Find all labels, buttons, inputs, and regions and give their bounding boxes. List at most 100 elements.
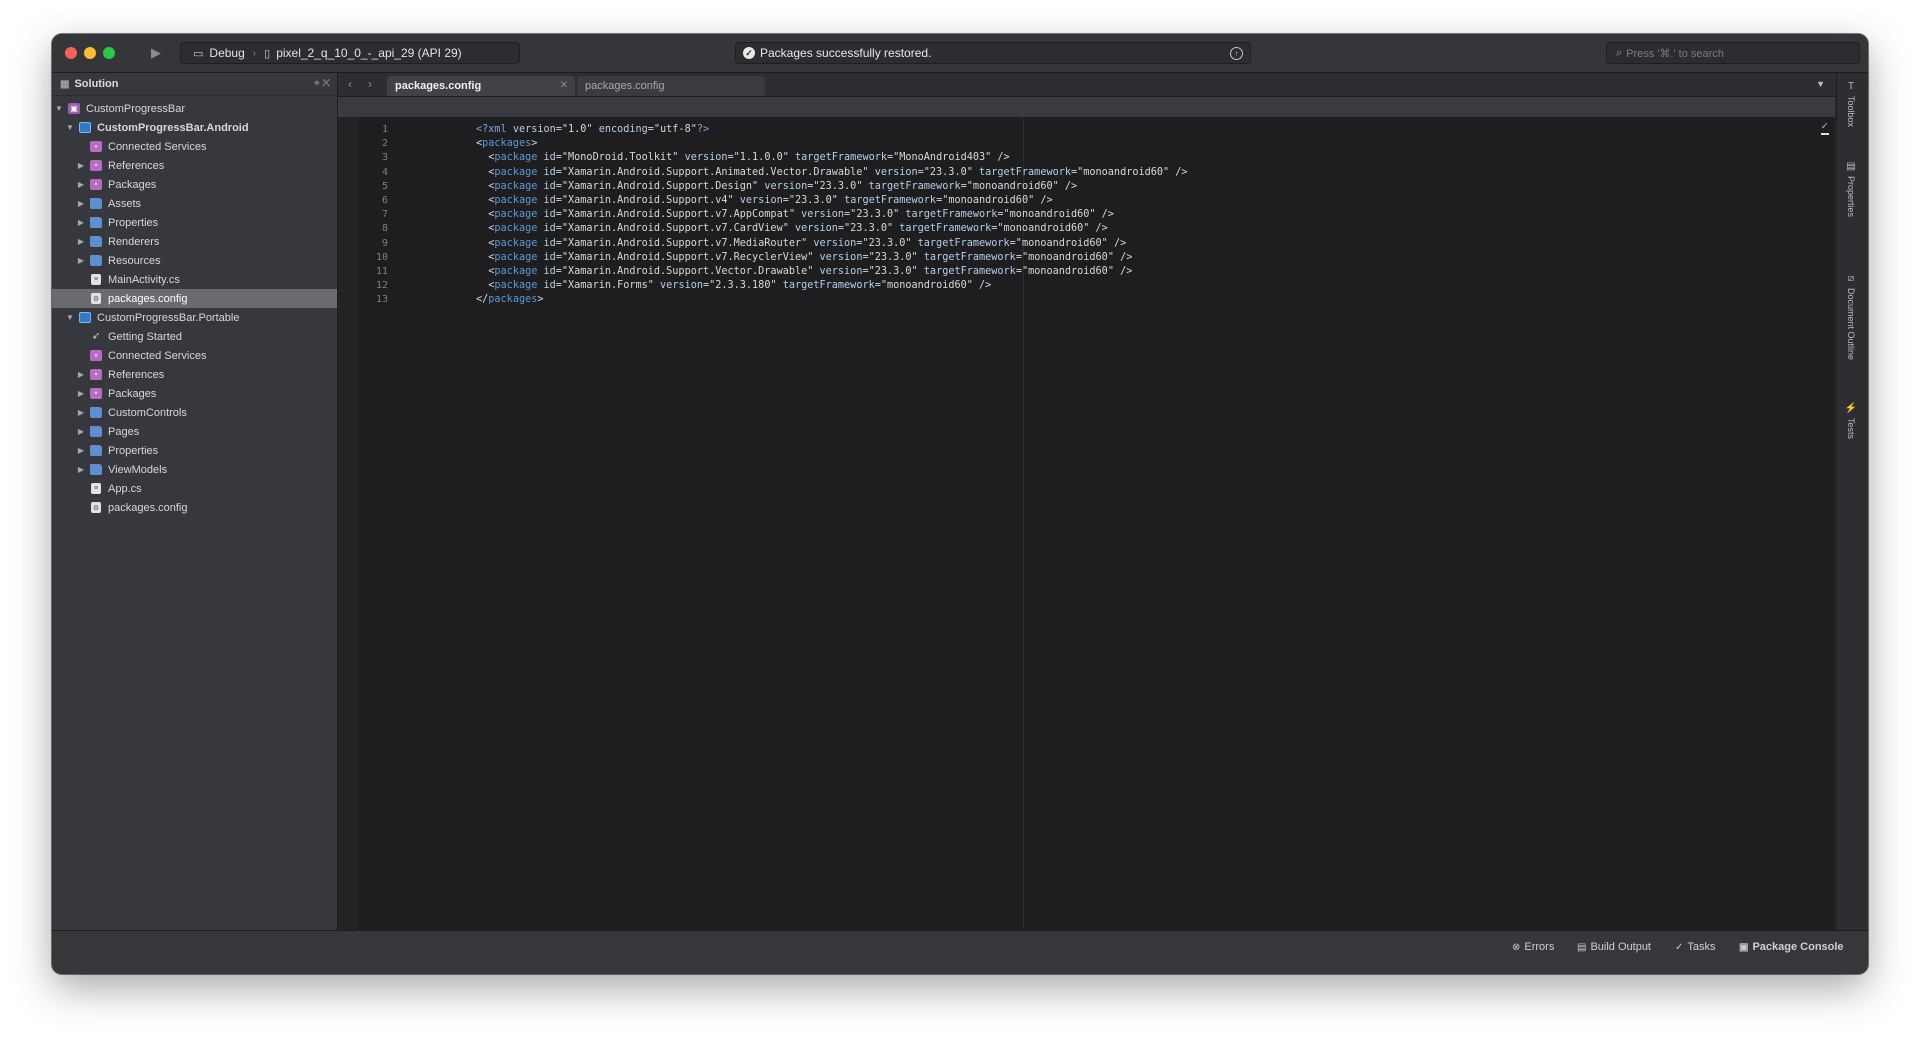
tab-packages-config-portable[interactable]: packages.config [577,76,765,96]
disclosure-collapsed-icon[interactable]: ▶ [76,256,86,265]
line-number: 1 [381,124,388,135]
disclosure-collapsed-icon[interactable]: ▶ [76,389,86,398]
tree-item[interactable]: ⚙ packages.config [52,498,337,517]
close-window-button[interactable] [65,47,77,59]
code-line[interactable]: <package id="Xamarin.Android.Support.Vec… [476,265,1188,279]
tree-item[interactable]: ≡ App.cs [52,479,337,498]
pin-icon[interactable]: ⌖ [314,78,320,89]
properties-pad-button[interactable]: ▤ Properties [1841,161,1861,217]
tree-item[interactable]: ▶ ▪ Packages [52,384,337,403]
tree-item-label: Packages [108,387,157,400]
code-editor[interactable]: <?xml version="1.0" encoding="utf-8"?> <p… [410,117,1835,930]
tree-item[interactable]: ▶ Properties [52,441,337,460]
minimize-window-button[interactable] [84,47,96,59]
code-token: targetFramework [978,166,1071,178]
code-line[interactable]: <package id="Xamarin.Android.Support.v7.… [476,208,1188,222]
tab-label: packages.config [395,80,482,92]
tasks-pad-button[interactable]: ✓ Tasks [1675,939,1716,955]
disclosure-collapsed-icon[interactable]: ▶ [76,199,86,208]
code-content[interactable]: <?xml version="1.0" encoding="utf-8"?> <p… [476,123,1188,307]
folder-icon [90,217,102,228]
code-token: id [543,180,556,192]
disclosure-expanded-icon[interactable]: ▼ [54,104,64,113]
disclosure-collapsed-icon[interactable]: ▶ [76,370,86,379]
disclosure-collapsed-icon[interactable]: ▶ [76,446,86,455]
disclosure-collapsed-icon[interactable]: ▶ [76,408,86,417]
code-line[interactable]: <?xml version="1.0" encoding="utf-8"?> [476,123,1188,137]
solution-icon: ▣ [68,103,80,114]
forward-icon[interactable]: › [368,77,372,91]
tree-item[interactable]: ▶ Pages [52,422,337,441]
code-token: ="Xamarin.Android.Support.v7.CardView" [555,223,795,235]
disclosure-expanded-icon[interactable]: ▼ [65,123,75,132]
tree-item[interactable]: ⚬ Connected Services [52,346,337,365]
code-token: version [819,265,863,277]
tree-item[interactable]: ▶ ▪ Packages [52,175,337,194]
close-pad-icon[interactable]: ✕ [322,78,330,89]
solution-tree: ▼ ▣ CustomProgressBar ▼ CustomProgressBar.An… [52,99,337,517]
build-output-pad-button[interactable]: ▤ Build Output [1577,939,1651,955]
disclosure-collapsed-icon[interactable]: ▶ [76,465,86,474]
disclosure-collapsed-icon[interactable]: ▶ [76,427,86,436]
close-tab-icon[interactable]: ✕ [560,80,568,91]
tab-packages-config-android[interactable]: packages.config ✕ [387,76,575,96]
breakpoint-margin[interactable] [338,117,358,930]
code-line[interactable]: <package id="Xamarin.Android.Support.v7.… [476,237,1188,251]
tree-item[interactable]: ▶ ▪ References [52,365,337,384]
code-line[interactable]: <package id="Xamarin.Android.Support.Ani… [476,166,1187,180]
pad-tools[interactable]: ⌖ ✕ [314,78,330,89]
tree-item[interactable]: ▼ CustomProgressBar.Android [52,118,337,137]
code-token: > [531,138,538,150]
progress-icon[interactable]: ↑ [1230,47,1243,60]
disclosure-collapsed-icon[interactable]: ▶ [76,180,86,189]
code-token: targetFramework [917,237,1010,249]
toolbox-pad-button[interactable]: T Toolbox [1841,81,1861,127]
code-line[interactable]: <packages> [476,137,1188,151]
tree-item[interactable]: ⚙ packages.config [52,289,337,308]
code-token: id [543,166,556,178]
code-line[interactable]: <package id="Xamarin.Android.Support.v4"… [476,194,1188,208]
tree-item[interactable]: ➶ Getting Started [52,327,337,346]
tree-item[interactable]: ▶ Properties [52,213,337,232]
references-folder-icon: ▪ [90,160,102,171]
disclosure-collapsed-icon[interactable]: ▶ [76,237,86,246]
tree-item[interactable]: ⚬ Connected Services [52,137,337,156]
tree-item[interactable]: ▶ ViewModels [52,460,337,479]
code-line[interactable]: <package id="Xamarin.Forms" version="2.3… [476,279,1188,293]
tree-item[interactable]: ▶ Assets [52,194,337,213]
code-line[interactable]: <package id="Xamarin.Android.Support.v7.… [476,222,1188,236]
tree-item[interactable]: ▼ ▣ CustomProgressBar [52,99,337,118]
tree-item[interactable]: ▶ ▪ References [52,156,337,175]
code-line[interactable]: </packages> [476,293,1188,307]
search-input[interactable]: ⌕ Press '⌘.' to search [1606,42,1860,64]
code-token: ="monoandroid60" /> [1015,265,1133,277]
search-placeholder: Press '⌘.' to search [1626,47,1724,60]
run-button[interactable]: ▶ [141,42,171,64]
tree-item[interactable]: ▶ CustomControls [52,403,337,422]
tree-item[interactable]: ▶ Renderers [52,232,337,251]
back-icon[interactable]: ‹ [348,77,352,91]
code-token: ="monoandroid60" /> [1015,251,1133,263]
code-line[interactable]: <package id="Xamarin.Android.Support.Des… [476,180,1188,194]
document-outline-pad-button[interactable]: ⧄ Document Outline [1841,273,1861,360]
tree-item[interactable]: ▶ Resources [52,251,337,270]
disclosure-collapsed-icon[interactable]: ▶ [76,161,86,170]
errors-pad-button[interactable]: ⊗ Errors [1512,939,1554,955]
tab-overflow-icon[interactable]: ▼ [1816,79,1825,89]
maximize-window-button[interactable] [103,47,115,59]
code-token: ="monoandroid60" /> [936,194,1053,206]
disclosure-collapsed-icon[interactable]: ▶ [76,218,86,227]
package-console-pad-button[interactable]: ▣ Package Console [1739,939,1844,955]
code-token: packages [488,294,538,306]
code-line[interactable]: <package id="Xamarin.Android.Support.v7.… [476,251,1188,265]
tree-item[interactable]: ≡ MainActivity.cs [52,270,337,289]
tests-pad-button[interactable]: ⚡ Tests [1841,403,1861,439]
code-line[interactable]: <package id="MonoDroid.Toolkit" version=… [476,151,1188,165]
tree-item[interactable]: ▼ CustomProgressBar.Portable [52,308,337,327]
disclosure-expanded-icon[interactable]: ▼ [65,313,75,322]
rocket-icon: ➶ [91,331,101,342]
code-token: version [794,223,838,235]
run-configuration-selector[interactable]: ▭ Debug › ▯ pixel_2_q_10_0_-_api_29 (API… [180,42,520,64]
code-token: ="monoandroid60" /> [1009,237,1127,249]
code-token: <?xml [476,124,513,135]
